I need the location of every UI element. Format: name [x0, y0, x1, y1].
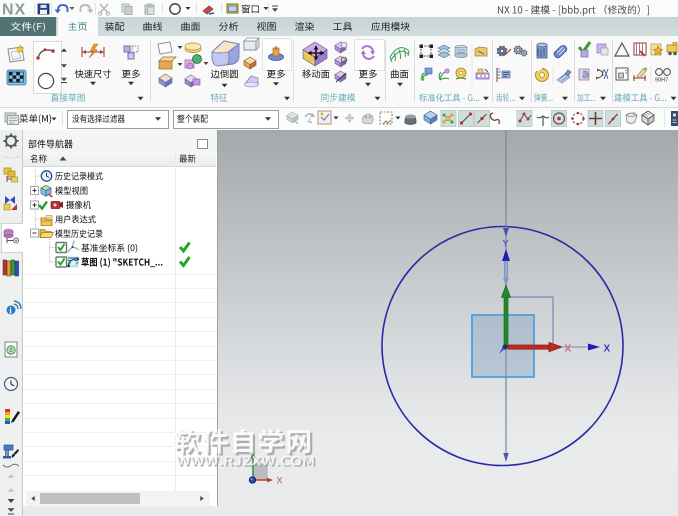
svg-text:X: X	[565, 344, 572, 355]
svg-text:X: X	[277, 476, 283, 486]
svg-text:Y: Y	[503, 239, 509, 249]
svg-text:NX: NX	[2, 2, 26, 19]
svg-text:90H7: 90H7	[655, 78, 668, 84]
svg-text:X: X	[604, 344, 611, 355]
